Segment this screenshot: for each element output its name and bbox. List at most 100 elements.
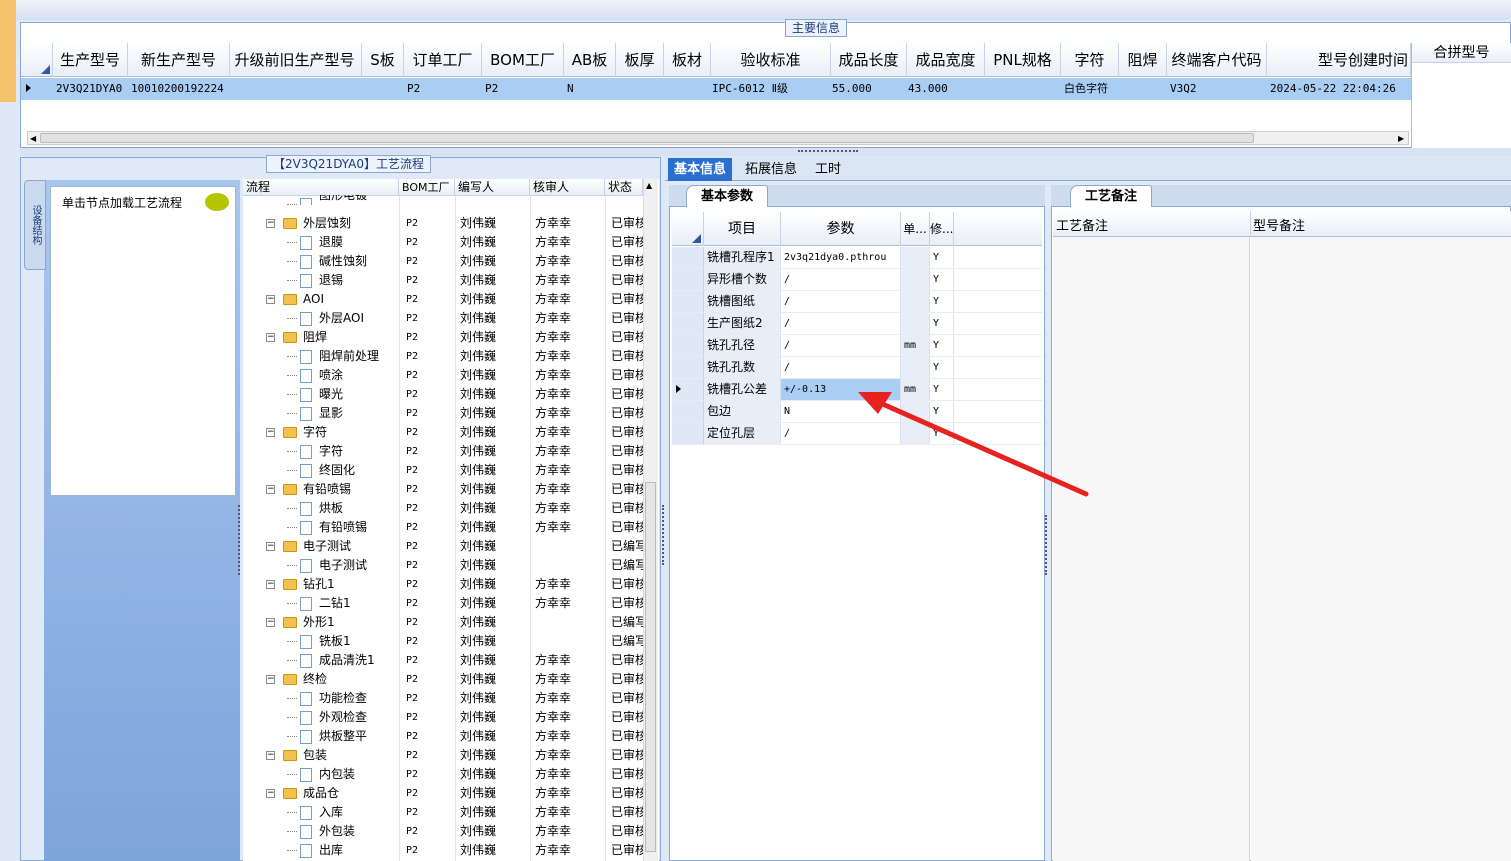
flow-row[interactable]: − 钻孔1 P2 刘伟巍 方幸幸 已审核 [243,575,643,594]
main-cell[interactable]: N [564,78,616,100]
flow-row[interactable]: 字符 P2 刘伟巍 方幸幸 已审核 [243,442,643,461]
collapse-icon[interactable]: − [266,333,275,342]
main-cell[interactable] [362,78,404,100]
flow-row[interactable]: 功能检查 P2 刘伟巍 方幸幸 已审核 [243,689,643,708]
flow-row[interactable]: 出库 P2 刘伟巍 方幸幸 已审核 [243,841,643,860]
flow-col-header[interactable]: 编写人 [455,179,530,196]
main-col-header[interactable]: 升级前旧生产型号 [228,43,362,77]
flow-row[interactable]: − 终检 P2 刘伟巍 方幸幸 已审核 [243,670,643,689]
main-col-header[interactable]: BOM工厂 [482,43,564,77]
flow-row[interactable]: 烘板整平 P2 刘伟巍 方幸幸 已审核 [243,727,643,746]
param-cell-param[interactable]: / [781,313,901,334]
main-cell[interactable]: V3Q2 [1167,78,1267,100]
param-col-modify[interactable]: 修... [930,212,954,246]
flow-col-header[interactable]: 流程 [243,179,399,196]
flow-row[interactable]: − 外形1 P2 刘伟巍 已编写 [243,613,643,632]
flow-row[interactable]: 入库 P2 刘伟巍 方幸幸 已审核 [243,803,643,822]
flow-col-header[interactable]: 状态 [605,179,643,196]
flow-row[interactable]: − AOI P2 刘伟巍 方幸幸 已审核 [243,290,643,309]
param-cell-param[interactable]: / [781,423,901,444]
tab-work-hours[interactable]: 工时 [809,158,847,181]
main-col-header[interactable]: 成品宽度 [907,43,985,77]
horizontal-splitter[interactable] [20,148,1511,156]
collapse-icon[interactable]: − [266,428,275,437]
param-cell-param[interactable]: 2v3q21dya0.pthrou [781,247,901,268]
tab-process-remark[interactable]: 工艺备注 [1070,185,1153,207]
main-col-header[interactable]: 型号创建时间 [1267,43,1411,77]
collapse-icon[interactable]: − [266,485,275,494]
param-row[interactable]: 铣槽图纸 / Y [672,291,1042,313]
vertical-splitter-mid[interactable] [662,505,666,565]
param-cell-param[interactable]: / [781,335,901,356]
main-cell[interactable]: 10010200192224 [128,78,230,100]
main-cell[interactable]: 43.000 [907,78,985,100]
collapse-icon[interactable]: − [266,675,275,684]
param-col-item[interactable]: 项目 [704,212,781,246]
row-selector[interactable] [672,247,704,268]
main-cell[interactable]: 55.000 [831,78,907,100]
side-tab-structure[interactable]: 设备结构 [24,180,46,270]
row-selector[interactable] [672,335,704,356]
scroll-right-icon[interactable]: ▶ [1398,134,1404,143]
flow-row[interactable]: 碱性蚀刻 P2 刘伟巍 方幸幸 已审核 [243,252,643,271]
flow-row[interactable]: 外包装 P2 刘伟巍 方幸幸 已审核 [243,822,643,841]
main-cell[interactable] [616,78,664,100]
main-cell[interactable] [1119,78,1167,100]
main-cell[interactable]: IPC-6012 Ⅱ级 [711,78,831,100]
row-selector[interactable] [672,423,704,444]
flow-row[interactable]: 电子测试 P2 刘伟巍 已编写 [243,556,643,575]
collapse-icon[interactable]: − [266,580,275,589]
param-row[interactable]: 铣孔孔径 / mm Y [672,335,1042,357]
param-col-unit[interactable]: 单... [901,212,930,246]
main-col-header[interactable]: 板材 [664,43,711,77]
flow-row[interactable]: 终固化 P2 刘伟巍 方幸幸 已审核 [243,461,643,480]
param-cell-param[interactable]: / [781,291,901,312]
collapse-icon[interactable]: − [266,219,275,228]
flow-row[interactable]: 内包装 P2 刘伟巍 方幸幸 已审核 [243,765,643,784]
main-cell[interactable] [664,78,711,100]
grid-corner[interactable] [21,43,53,77]
param-grid-corner[interactable] [672,212,704,246]
row-selector[interactable] [672,401,704,422]
param-row[interactable]: 定位孔层 / Y [672,423,1042,445]
flow-row[interactable]: 二钻1 P2 刘伟巍 方幸幸 已审核 [243,594,643,613]
main-cell[interactable]: 白色字符 [1061,78,1119,100]
flow-row[interactable]: 烘板 P2 刘伟巍 方幸幸 已审核 [243,499,643,518]
main-col-header[interactable]: S板 [362,43,404,77]
row-selector[interactable] [672,357,704,378]
main-cell[interactable]: 2V3Q21DYA0 [53,78,128,100]
flow-scroll-thumb[interactable] [645,482,656,852]
flow-row[interactable]: 阻焊前处理 P2 刘伟巍 方幸幸 已审核 [243,347,643,366]
main-cell[interactable]: P2 [404,78,482,100]
collapse-icon[interactable]: − [266,542,275,551]
main-col-header[interactable]: 板厚 [616,43,664,77]
row-selector[interactable] [672,269,704,290]
flow-col-header[interactable]: BOM工厂 [399,179,455,196]
collapse-icon[interactable]: − [266,751,275,760]
vertical-splitter-right[interactable] [1045,515,1049,575]
horizontal-scroll-thumb[interactable] [40,133,1254,143]
main-col-header[interactable]: 字符 [1061,43,1119,77]
param-col-value[interactable]: 参数 [781,212,901,246]
main-col-header[interactable]: 成品长度 [831,43,907,77]
main-col-header[interactable]: 新生产型号 [128,43,230,77]
tab-basic-params[interactable]: 基本参数 [686,185,769,207]
main-col-header[interactable]: 阻焊 [1119,43,1167,77]
scroll-up-icon[interactable]: ▲ [646,181,652,190]
flow-row[interactable]: 外层AOI P2 刘伟巍 方幸幸 已审核 [243,309,643,328]
flow-row[interactable]: 退锡 P2 刘伟巍 方幸幸 已审核 [243,271,643,290]
flow-row[interactable]: 喷涂 P2 刘伟巍 方幸幸 已审核 [243,366,643,385]
flow-row[interactable]: 图形电镀 [243,195,643,205]
tab-extended-info[interactable]: 拓展信息 [739,158,803,181]
main-col-header[interactable]: 生产型号 [53,43,128,77]
tab-basic-info[interactable]: 基本信息 [668,158,733,181]
flow-row[interactable]: 退膜 P2 刘伟巍 方幸幸 已审核 [243,233,643,252]
main-col-header[interactable]: AB板 [564,43,616,77]
flow-row[interactable]: 铣板1 P2 刘伟巍 已编写 [243,632,643,651]
main-col-header[interactable]: PNL规格 [985,43,1061,77]
flow-row[interactable]: − 外层蚀刻 P2 刘伟巍 方幸幸 已审核 [243,214,643,233]
param-row[interactable]: 铣槽孔程序1 2v3q21dya0.pthrou Y [672,247,1042,269]
flow-row[interactable]: 成品清洗1 P2 刘伟巍 方幸幸 已审核 [243,651,643,670]
main-col-header[interactable]: 验收标准 [711,43,831,77]
param-row[interactable]: 异形槽个数 / Y [672,269,1042,291]
